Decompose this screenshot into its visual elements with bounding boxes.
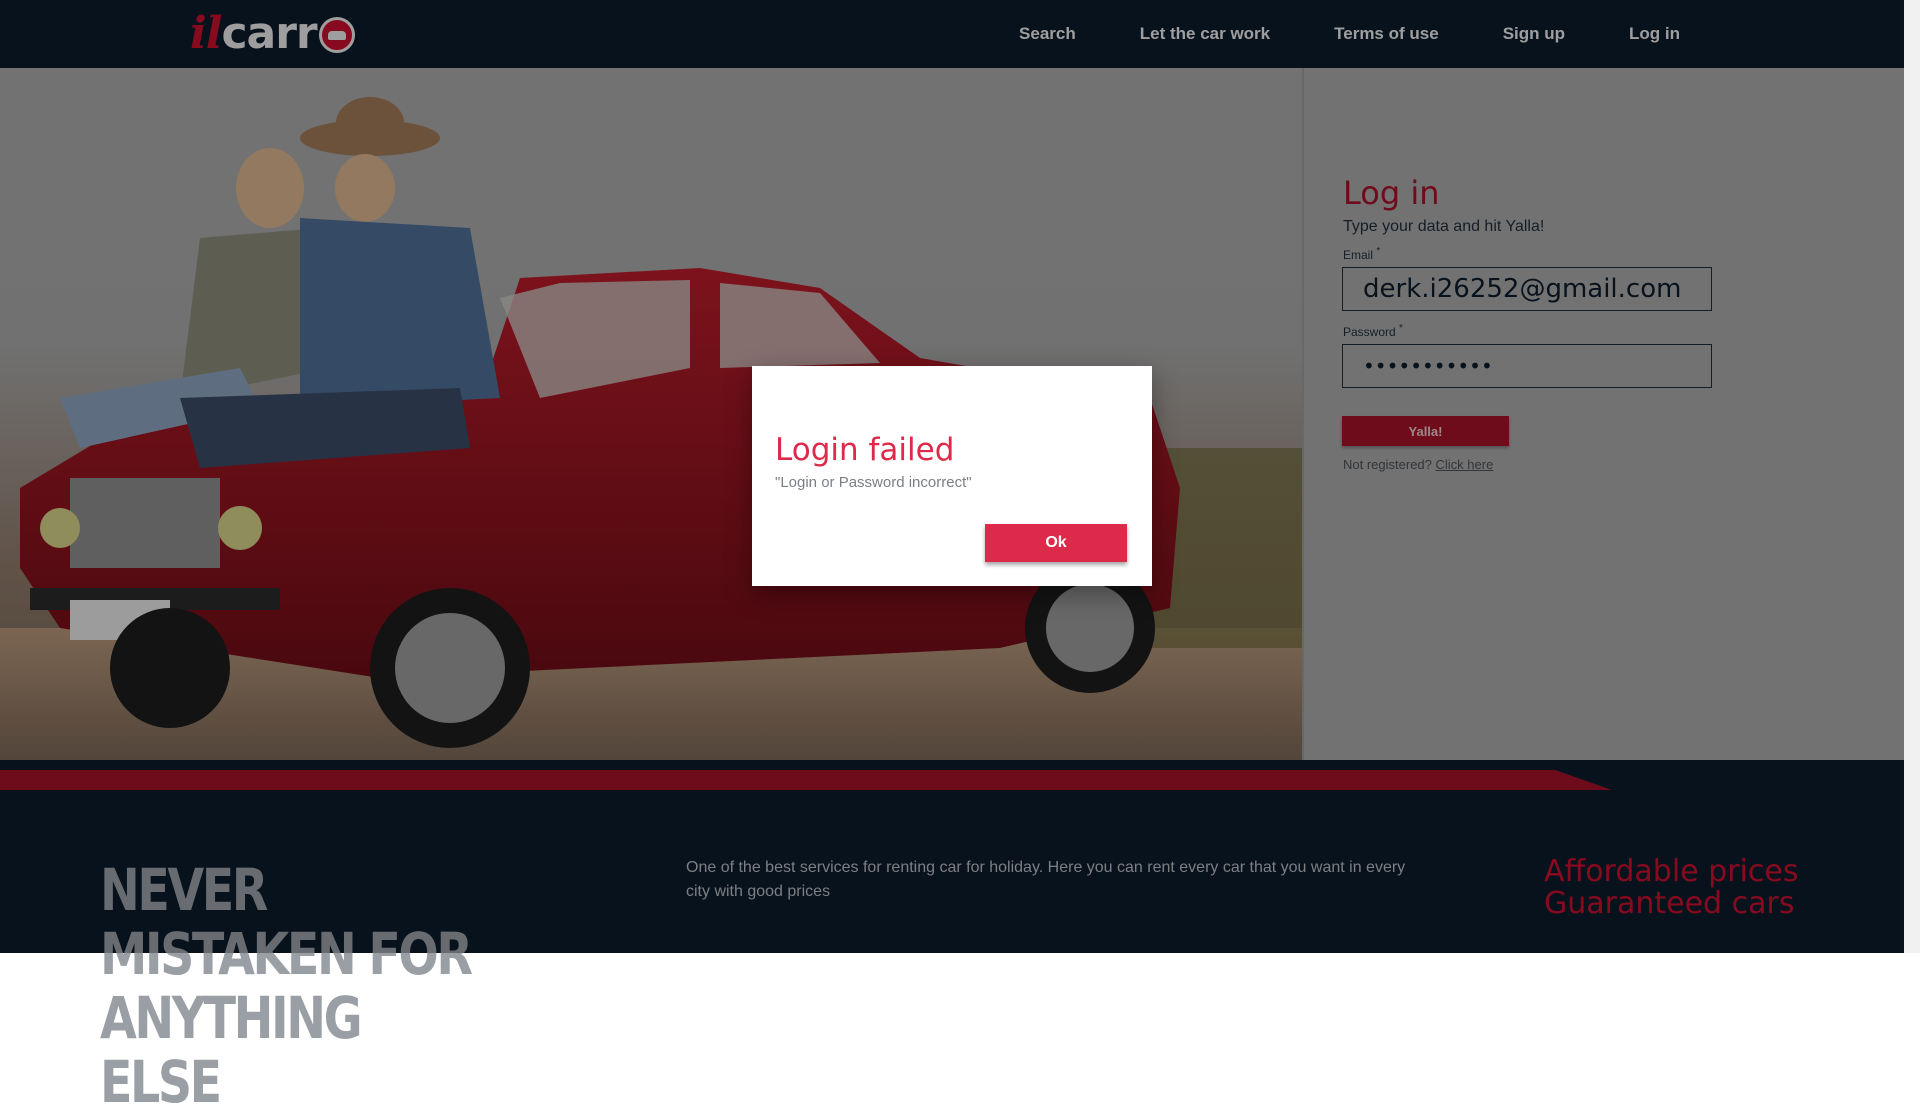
dialog-title: Login failed	[775, 432, 955, 468]
page-scrollbar[interactable]	[1904, 0, 1920, 953]
ok-button[interactable]: Ok	[985, 524, 1127, 562]
dialog-message: "Login or Password incorrect"	[775, 474, 972, 491]
login-failed-dialog: Login failed "Login or Password incorrec…	[752, 366, 1152, 586]
